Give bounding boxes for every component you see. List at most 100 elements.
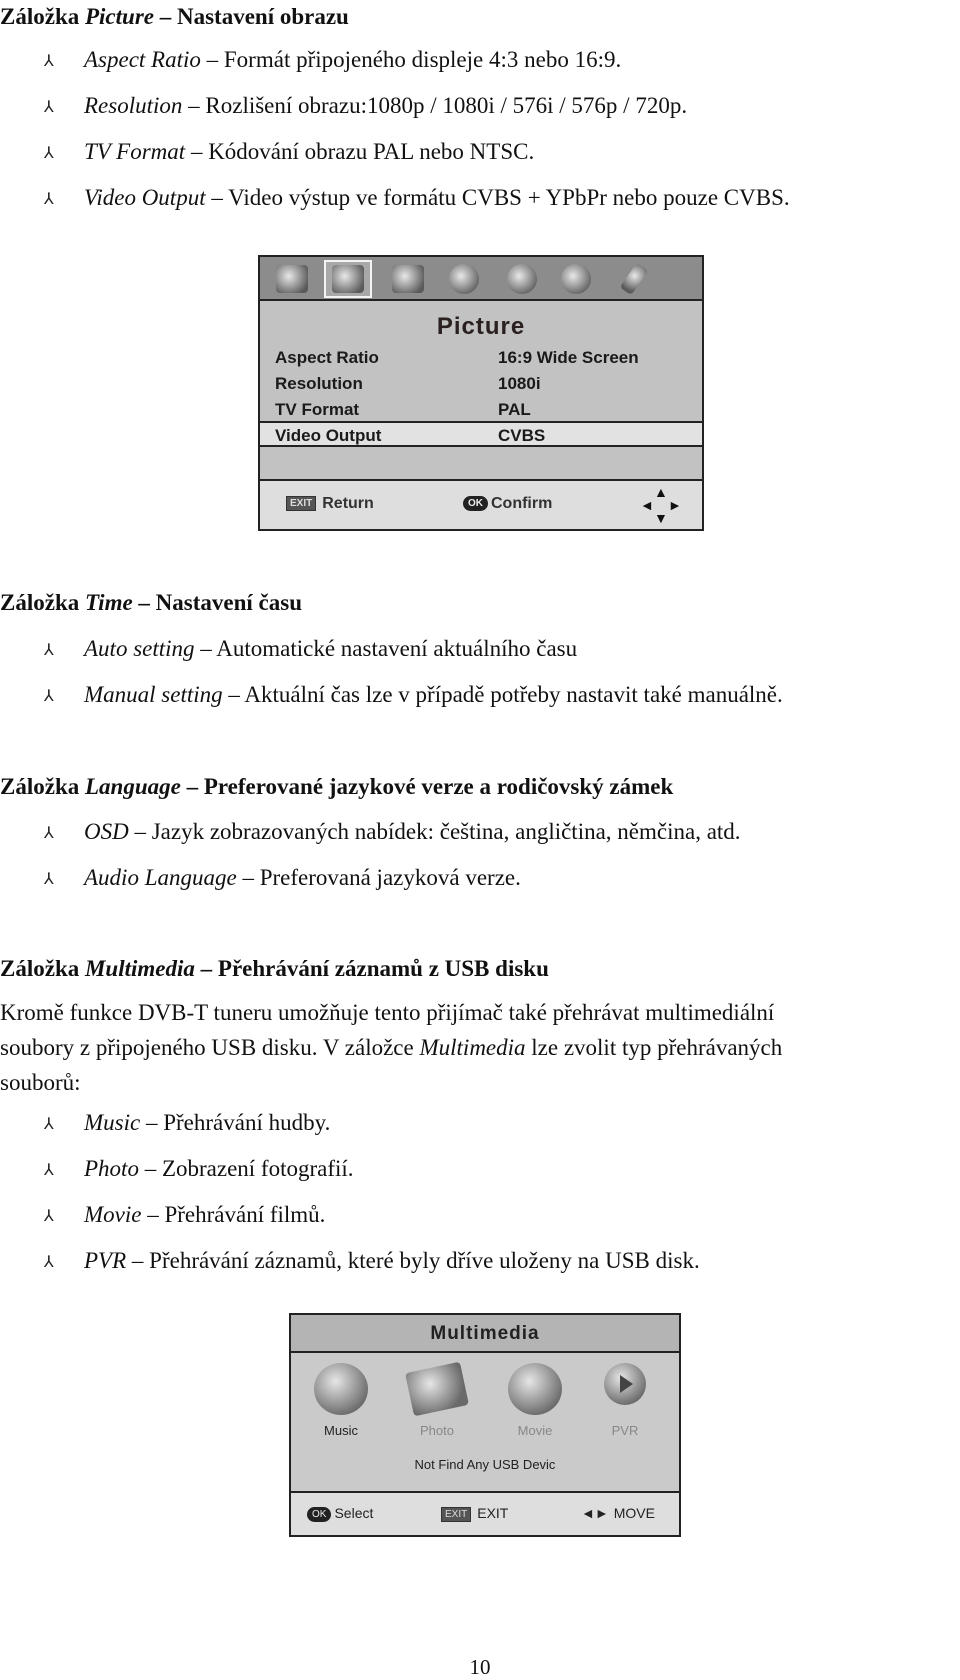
menu-title: Picture xyxy=(436,313,526,340)
bullet-icon: ⅄ xyxy=(44,53,54,70)
bullet-term: OSD xyxy=(84,819,129,844)
menu-row-tv-format: TV Format PAL xyxy=(260,397,702,423)
media-item-music: Music xyxy=(301,1363,381,1438)
bullet-term: Music xyxy=(84,1110,141,1135)
menu-row-aspect-ratio: Aspect Ratio 16:9 Wide Screen xyxy=(260,345,702,371)
bullet-icon: ⅄ xyxy=(44,1116,54,1133)
bullet-term: Movie xyxy=(84,1202,142,1227)
section-heading-time: Záložka Time – Nastavení času xyxy=(0,590,302,616)
bullet-icon: ⅄ xyxy=(44,99,54,116)
heading-suffix: – Nastavení času xyxy=(132,590,302,615)
usb-status-message: Not Find Any USB Devic xyxy=(414,1457,556,1472)
row-value: 16:9 Wide Screen xyxy=(498,348,639,367)
bullet-term: Manual setting xyxy=(84,682,223,707)
bullet-desc: – Zobrazení fotografií. xyxy=(138,1156,354,1181)
heading-term: Picture xyxy=(84,4,154,29)
section-heading-picture: Záložka Picture – Nastavení obrazu xyxy=(0,4,349,30)
move-hint: ◄► MOVE xyxy=(581,1505,655,1521)
bullet-desc: – Jazyk zobrazovaných nabídek: čeština, … xyxy=(128,819,741,844)
picture-icon xyxy=(324,260,372,298)
photo-icon xyxy=(405,1361,469,1417)
row-label: Resolution xyxy=(275,374,363,393)
tv-program-icon xyxy=(268,260,316,298)
confirm-label: Confirm xyxy=(491,495,553,512)
heading-term: Language xyxy=(84,774,181,799)
bullet-desc: – Kódování obrazu PAL nebo NTSC. xyxy=(185,139,535,164)
bullet-term: Audio Language xyxy=(84,865,237,890)
heading-suffix: – Přehrávání záznamů z USB disku xyxy=(194,956,549,981)
bullet-desc: – Preferovaná jazyková verze. xyxy=(236,865,521,890)
move-label: MOVE xyxy=(613,1505,655,1521)
bullet-icon: ⅄ xyxy=(44,1208,54,1225)
row-value: CVBS xyxy=(498,426,546,445)
bullet-desc: – Video výstup ve formátu CVBS + YPbPr n… xyxy=(205,185,790,210)
music-icon xyxy=(314,1363,368,1415)
bullet-icon: ⅄ xyxy=(44,1254,54,1271)
bullet-icon: ⅄ xyxy=(44,145,54,162)
paragraph-line: soubory z připojeného USB disku. V zálož… xyxy=(0,1030,960,1065)
bullet-icon: ⅄ xyxy=(44,688,54,705)
bullet-desc: – Přehrávání filmů. xyxy=(141,1202,326,1227)
bullet-term: Video Output xyxy=(84,185,206,210)
heading-term: Multimedia xyxy=(84,956,195,981)
bullet-icon: ⅄ xyxy=(44,1162,54,1179)
ok-key-icon: OK xyxy=(307,1506,332,1522)
bullet-term: Resolution xyxy=(84,93,183,118)
heading-prefix: Záložka xyxy=(0,4,85,29)
exit-key-icon: EXIT xyxy=(441,1506,472,1522)
paragraph-line: Kromě funkce DVB-T tuneru umožňuje tento… xyxy=(0,1000,775,1025)
left-right-arrows-icon: ◄► xyxy=(581,1505,609,1521)
play-icon xyxy=(604,1363,646,1405)
row-value: 1080i xyxy=(498,374,541,393)
menu-title: Multimedia xyxy=(291,1315,679,1353)
media-item-movie: Movie xyxy=(495,1363,575,1438)
select-hint: OK Select xyxy=(307,1505,373,1522)
page-number: 10 xyxy=(469,1655,491,1679)
tools-icon xyxy=(498,260,546,298)
confirm-hint: OK Confirm xyxy=(463,495,552,513)
bullet-icon: ⅄ xyxy=(44,191,54,208)
return-label: Return xyxy=(322,495,374,512)
bullet-desc: – Přehrávání hudby. xyxy=(140,1110,331,1135)
row-value: PAL xyxy=(498,400,531,419)
exit-key-icon: EXIT xyxy=(286,496,317,512)
bullet-desc: – Automatické nastavení aktuálního času xyxy=(194,636,578,661)
heading-prefix: Záložka xyxy=(0,590,85,615)
row-label: Aspect Ratio xyxy=(275,348,379,367)
select-label: Select xyxy=(334,1505,374,1521)
picture-menu-screenshot: Picture Aspect Ratio 16:9 Wide Screen Re… xyxy=(258,255,704,531)
bullet-desc: – Rozlišení obrazu:1080p / 1080i / 576i … xyxy=(182,93,688,118)
bullet-desc: – Přehrávání záznamů, které byly dříve u… xyxy=(126,1248,700,1273)
media-item-pvr: PVR xyxy=(585,1363,665,1438)
multimedia-paragraph: Kromě funkce DVB-T tuneru umožňuje tento… xyxy=(0,995,960,1100)
menu-footer: EXIT Return OK Confirm ▲ ▼ ◄ ► xyxy=(260,479,702,529)
paragraph-line: souborů: xyxy=(0,1070,81,1095)
navigation-arrows-icon: ▲ ▼ ◄ ► xyxy=(640,484,682,526)
menu-icon-bar xyxy=(260,257,702,301)
heading-prefix: Záložka xyxy=(0,774,85,799)
section-heading-language: Záložka Language – Preferované jazykové … xyxy=(0,774,673,800)
heading-term: Time xyxy=(84,590,133,615)
movie-reel-icon xyxy=(508,1363,562,1415)
media-item-photo: Photo xyxy=(397,1361,477,1438)
heading-prefix: Záložka xyxy=(0,956,85,981)
heading-suffix: – Nastavení obrazu xyxy=(153,4,349,29)
bullet-icon: ⅄ xyxy=(44,642,54,659)
media-label: Movie xyxy=(517,1423,553,1438)
ok-key-icon: OK xyxy=(463,496,488,512)
row-label: TV Format xyxy=(275,400,360,419)
bullet-desc: – Aktuální čas lze v případě potřeby nas… xyxy=(222,682,783,707)
exit-label: EXIT xyxy=(477,1505,509,1521)
media-label: Music xyxy=(324,1423,358,1438)
heading-suffix: – Preferované jazykové verze a rodičovsk… xyxy=(180,774,674,799)
bullet-term: TV Format xyxy=(84,139,186,164)
paragraph-term: Multimedia xyxy=(419,1035,526,1060)
bullet-term: Aspect Ratio xyxy=(84,47,201,72)
paragraph-text: lze zvolit typ přehrávaných xyxy=(525,1035,783,1060)
return-hint: EXIT Return xyxy=(286,495,374,513)
usb-icon xyxy=(610,260,658,298)
multimedia-menu-screenshot: Multimedia Music Photo Movie PVR Not Fin… xyxy=(289,1313,681,1537)
time-icon xyxy=(440,260,488,298)
bullet-icon: ⅄ xyxy=(44,871,54,888)
media-label: PVR xyxy=(611,1423,639,1438)
